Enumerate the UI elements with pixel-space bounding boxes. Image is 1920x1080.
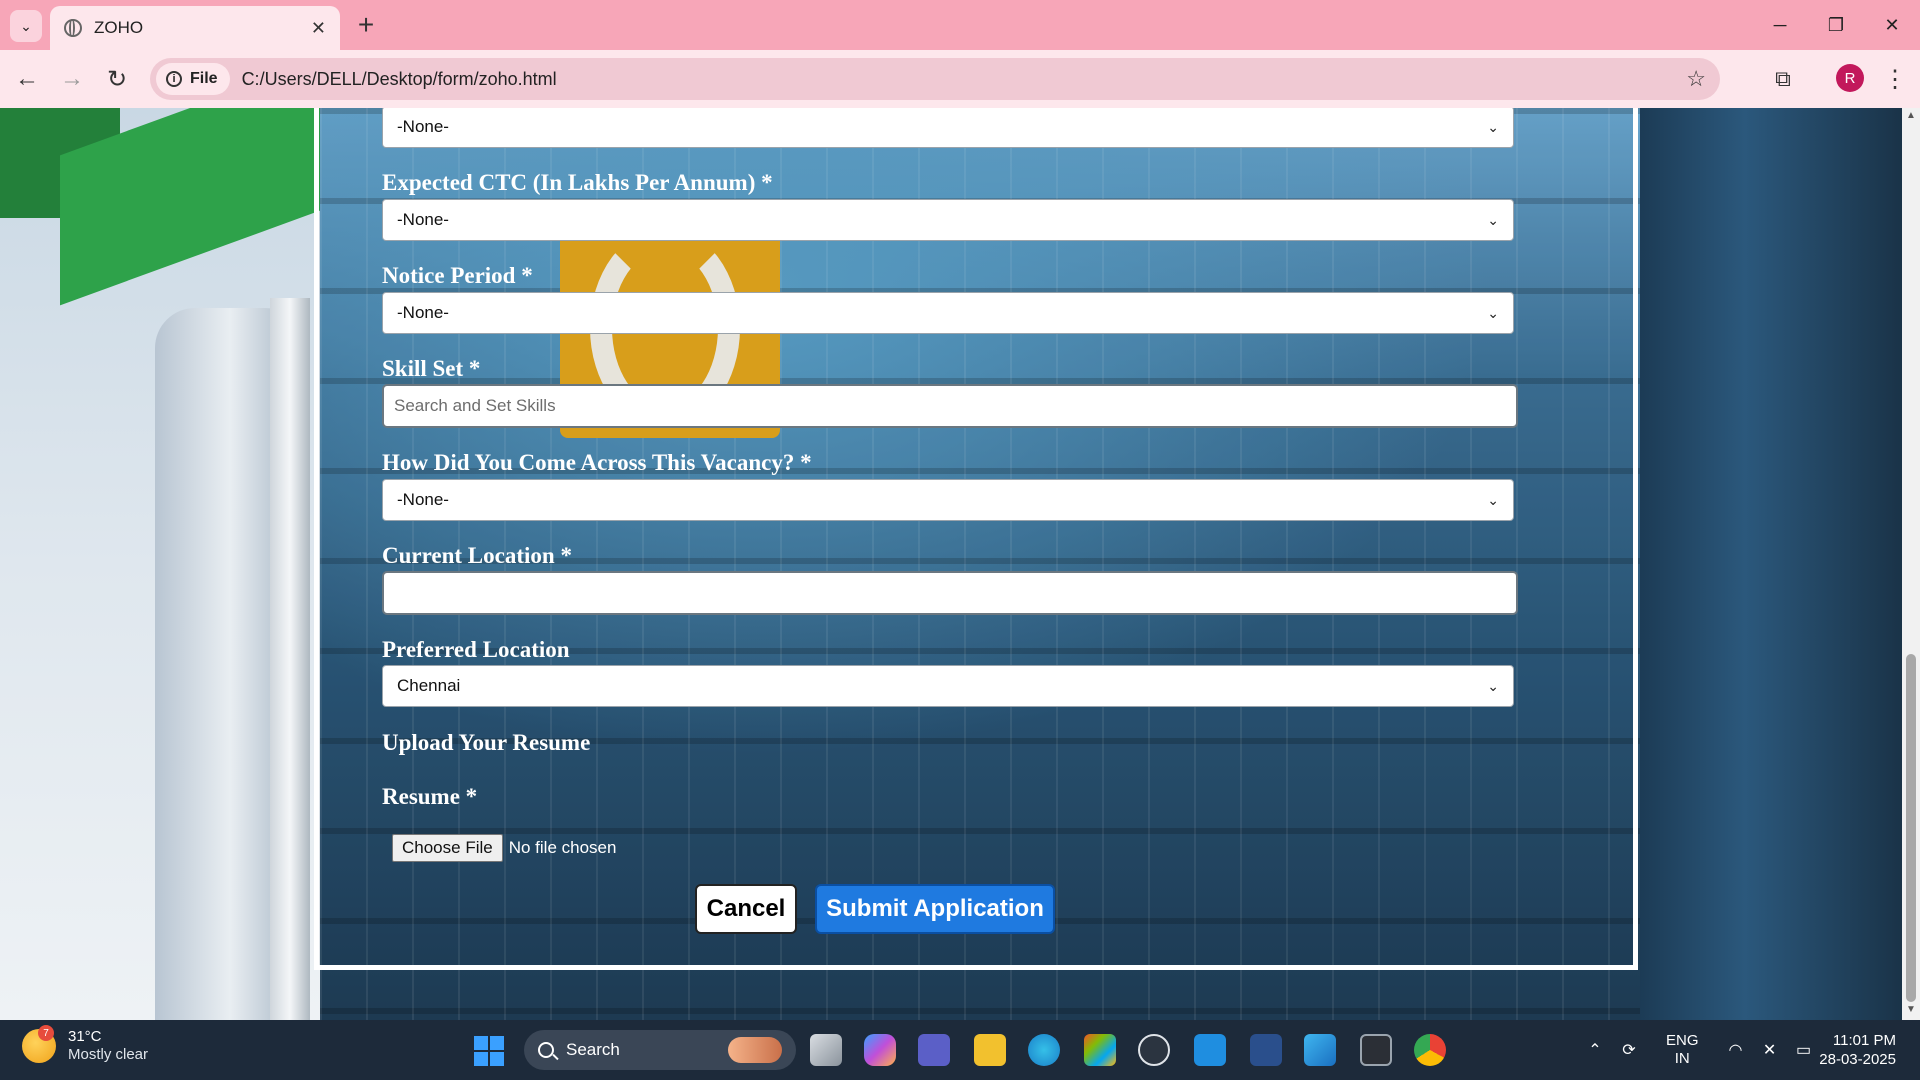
teams-icon[interactable] <box>918 1034 950 1066</box>
language-bottom: IN <box>1674 1050 1690 1067</box>
taskbar-search-label: Search <box>566 1040 620 1059</box>
task-view-icon[interactable] <box>810 1034 842 1066</box>
vacancy-source-label: How Did You Come Across This Vacancy? * <box>382 450 812 475</box>
submit-application-button[interactable]: Submit Application <box>815 884 1055 934</box>
search-icon <box>538 1042 554 1058</box>
choose-file-button[interactable]: Choose File <box>392 834 503 862</box>
expected-ctc-select[interactable]: -None- ⌄ <box>382 199 1514 241</box>
browser-toolbar: ← → ↻ i File C:/Users/DELL/Desktop/form/… <box>0 50 1920 108</box>
vacancy-source-select[interactable]: -None- ⌄ <box>382 479 1514 521</box>
weather-desc: Mostly clear <box>68 1046 149 1063</box>
chevron-down-icon: ⌄ <box>1487 491 1499 508</box>
clock-date: 28-03-2025 <box>1819 1051 1896 1068</box>
dell-icon[interactable] <box>1138 1034 1170 1066</box>
wifi-icon[interactable]: ◠ <box>1723 1040 1749 1060</box>
notice-period-value: -None- <box>397 303 449 322</box>
back-button[interactable]: ← <box>10 62 44 96</box>
skill-set-input[interactable]: Search and Set Skills <box>382 384 1518 428</box>
notice-period-select[interactable]: -None- ⌄ <box>382 292 1514 334</box>
minimize-button[interactable]: ─ <box>1752 0 1808 50</box>
vacancy-source-value: -None- <box>397 490 449 509</box>
sync-icon[interactable]: ⟳ <box>1616 1040 1642 1060</box>
skill-set-label: Skill Set * <box>382 356 481 381</box>
reload-button[interactable]: ↻ <box>100 62 134 96</box>
chevron-up-icon[interactable]: ⌃ <box>1582 1040 1608 1060</box>
file-status-text: No file chosen <box>508 838 617 857</box>
windows-start-icon[interactable] <box>474 1036 504 1066</box>
chevron-down-icon: ⌄ <box>1487 118 1499 135</box>
terminal-icon[interactable] <box>1360 1034 1392 1066</box>
globe-icon <box>64 19 82 37</box>
windows-taskbar: 7 31°C Mostly clear Search ⌃ ⟳ ENG IN ◠ … <box>0 1020 1920 1080</box>
site-chip-label: File <box>190 70 218 87</box>
top-select[interactable]: -None- ⌄ <box>382 108 1514 148</box>
resume-file-input[interactable]: Choose File No file chosen <box>392 834 616 862</box>
browser-tab-bar: ⌄ ZOHO ✕ + ─ ❐ ✕ <box>0 0 1920 50</box>
forward-button[interactable]: → <box>55 62 89 96</box>
clock-time: 11:01 PM <box>1832 1032 1896 1049</box>
url-text[interactable]: C:/Users/DELL/Desktop/form/zoho.html <box>242 69 1687 90</box>
language-top: ENG <box>1666 1032 1699 1049</box>
language-indicator[interactable]: ENG IN <box>1666 1032 1699 1068</box>
window-controls: ─ ❐ ✕ <box>1752 0 1920 50</box>
app-icon[interactable] <box>1250 1034 1282 1066</box>
scrollbar-thumb[interactable] <box>1906 654 1916 1002</box>
volume-muted-icon[interactable]: ✕ <box>1757 1040 1783 1060</box>
tab-title: ZOHO <box>94 18 144 37</box>
edge-icon[interactable] <box>1028 1034 1060 1066</box>
current-location-input[interactable] <box>382 571 1518 615</box>
expected-ctc-value: -None- <box>397 210 449 229</box>
page-viewport: -None- ⌄ Expected CTC (In Lakhs Per Annu… <box>0 108 1902 1020</box>
scroll-up-arrow-icon[interactable]: ▲ <box>1906 110 1916 124</box>
preferred-location-select[interactable]: Chennai ⌄ <box>382 665 1514 707</box>
page-scrollbar[interactable]: ▲ ▼ <box>1902 108 1920 1020</box>
chevron-down-icon: ⌄ <box>1487 211 1499 228</box>
paint-icon[interactable] <box>1304 1034 1336 1066</box>
battery-icon[interactable]: ▭ <box>1791 1040 1817 1060</box>
close-icon[interactable]: ✕ <box>311 18 326 39</box>
weather-badge: 7 <box>38 1025 54 1041</box>
file-explorer-icon[interactable] <box>974 1034 1006 1066</box>
vscode-icon[interactable] <box>1194 1034 1226 1066</box>
search-highlight-icon <box>728 1037 782 1063</box>
profile-avatar[interactable]: R <box>1836 64 1864 92</box>
weather-icon: 7 <box>22 1025 56 1063</box>
extensions-icon[interactable]: ⧉ <box>1766 62 1800 96</box>
copilot-icon[interactable] <box>864 1034 896 1066</box>
preferred-location-label: Preferred Location <box>382 637 570 662</box>
tab-search-button[interactable]: ⌄ <box>10 10 42 42</box>
more-menu-icon[interactable]: ⋮ <box>1880 62 1910 96</box>
notice-period-label: Notice Period * <box>382 263 533 288</box>
scroll-down-arrow-icon[interactable]: ▼ <box>1906 1004 1916 1018</box>
preferred-location-value: Chennai <box>397 676 461 695</box>
top-select-value: -None- <box>397 117 449 136</box>
resume-label: Resume * <box>382 784 478 809</box>
weather-widget[interactable]: 7 31°C Mostly clear <box>22 1025 149 1064</box>
chevron-down-icon: ⌄ <box>1487 304 1499 321</box>
expected-ctc-label: Expected CTC (In Lakhs Per Annum) * <box>382 170 773 195</box>
site-info-chip[interactable]: i File <box>156 63 230 95</box>
taskbar-clock[interactable]: 11:01 PM 28-03-2025 <box>1819 1031 1896 1069</box>
address-bar[interactable]: i File C:/Users/DELL/Desktop/form/zoho.h… <box>150 58 1720 100</box>
chevron-down-icon: ⌄ <box>1487 677 1499 694</box>
restore-button[interactable]: ❐ <box>1808 0 1864 50</box>
skill-set-placeholder: Search and Set Skills <box>394 396 556 415</box>
window-close-button[interactable]: ✕ <box>1864 0 1920 50</box>
bookmark-star-icon[interactable]: ☆ <box>1686 66 1706 92</box>
cancel-button[interactable]: Cancel <box>695 884 797 934</box>
background-building-right <box>1640 108 1902 1020</box>
taskbar-search[interactable]: Search <box>524 1030 796 1070</box>
info-icon: i <box>166 71 182 87</box>
weather-temp: 31°C <box>68 1028 102 1045</box>
background-pole <box>270 298 310 1020</box>
store-icon[interactable] <box>1084 1034 1116 1066</box>
browser-tab-active[interactable]: ZOHO ✕ <box>50 6 340 50</box>
current-location-label: Current Location * <box>382 543 572 568</box>
upload-section-title: Upload Your Resume <box>382 730 591 755</box>
new-tab-button[interactable]: + <box>350 8 382 42</box>
system-tray: ⌃ ⟳ ENG IN ◠ ✕ ▭ <box>1578 1020 1821 1080</box>
chrome-icon[interactable] <box>1414 1034 1446 1066</box>
